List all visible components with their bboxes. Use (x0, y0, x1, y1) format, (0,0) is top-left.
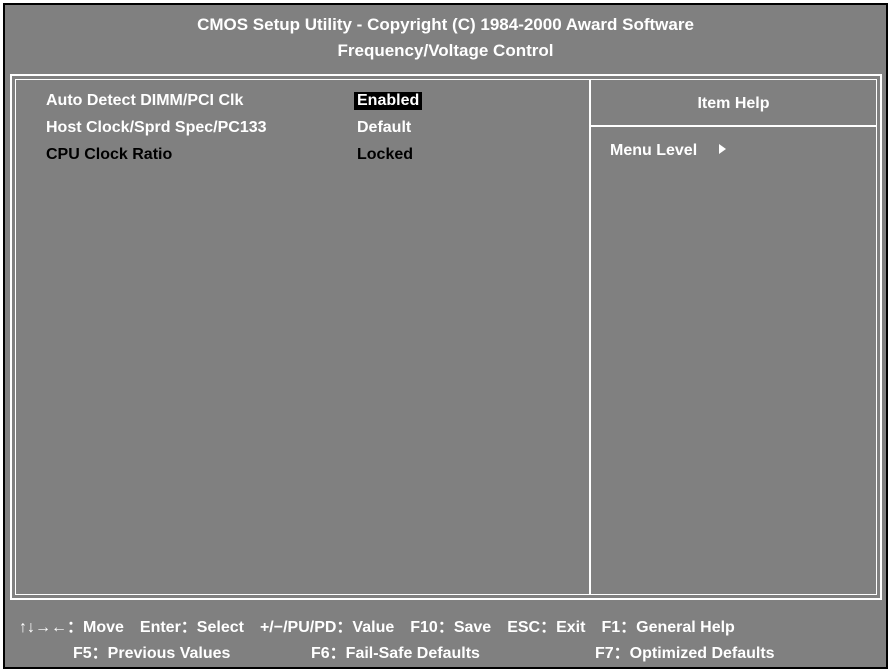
enter-key-hint: Enter：Select (139, 619, 244, 636)
value-key-hint: +/−/PU/PD：Value (259, 619, 395, 636)
main-panel-inner: Item Help Menu Level Auto Detect DIMM/PC… (15, 79, 877, 595)
setting-label: CPU Clock Ratio (46, 146, 173, 163)
optimized-defaults-key-hint: F7：Optimized Defaults (595, 645, 775, 662)
help-key-hint: F1：General Help (601, 619, 735, 636)
failsafe-defaults-key-hint: F6：Fail-Safe Defaults (311, 645, 480, 662)
help-header-divider (591, 125, 876, 127)
exit-key-hint: ESC：Exit (507, 619, 586, 636)
previous-values-key-hint: F5：Previous Values (73, 645, 231, 662)
bios-screen: CMOS Setup Utility - Copyright (C) 1984-… (3, 3, 888, 669)
move-key-hint: ↑↓→←：Move (19, 619, 124, 636)
app-title: CMOS Setup Utility - Copyright (C) 1984-… (197, 15, 694, 34)
setting-value[interactable]: Default (354, 119, 414, 137)
panel-divider (589, 80, 591, 594)
setting-value-selected[interactable]: Enabled (354, 92, 423, 110)
menu-level-label: Menu Level (610, 142, 698, 159)
triangle-right-icon (719, 144, 727, 154)
setting-label: Host Clock/Sprd Spec/PC133 (46, 119, 267, 136)
key-legend-line-1: ↑↓→←：Move Enter：Select +/−/PU/PD：Value F10：… (19, 613, 751, 637)
item-help-title: Item Help (697, 95, 770, 112)
main-panel: Item Help Menu Level Auto Detect DIMM/PC… (10, 74, 882, 600)
save-key-hint: F10：Save (410, 619, 492, 636)
menu-level: Menu Level (610, 142, 727, 160)
setting-label: Auto Detect DIMM/PCI Clk (46, 92, 244, 109)
header: CMOS Setup Utility - Copyright (C) 1984-… (5, 5, 886, 71)
key-legend: ↑↓→←：Move Enter：Select +/−/PU/PD：Value F10：… (5, 605, 886, 667)
page-title: Frequency/Voltage Control (337, 41, 554, 60)
setting-value: Locked (357, 146, 414, 163)
